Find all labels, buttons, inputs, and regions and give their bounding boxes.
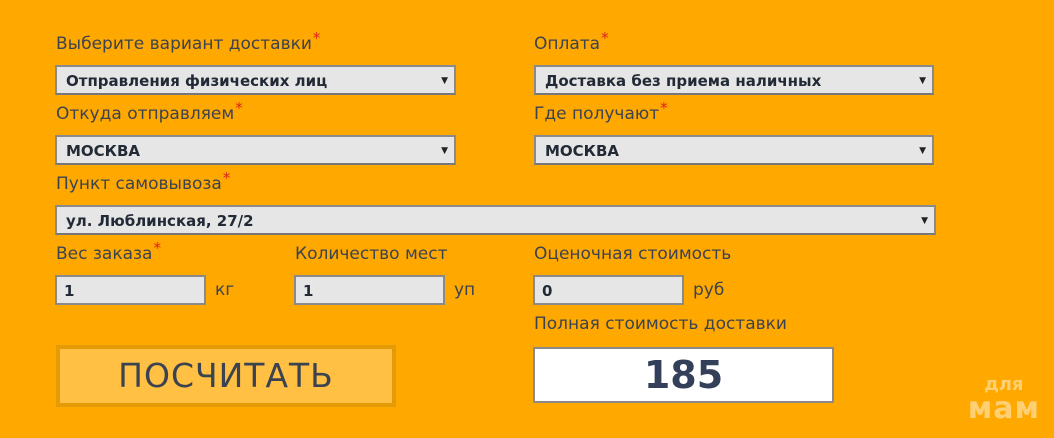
payment-label: Оплата* (534, 29, 609, 54)
weight-label-text: Вес заказа (56, 244, 153, 264)
total-cost-value: 185 (533, 347, 834, 403)
places-count-label: Количество мест (295, 244, 448, 264)
declared-value-label: Оценочная стоимость (534, 244, 732, 264)
places-count-input[interactable]: 1 (294, 275, 445, 305)
payment-value: Доставка без приема наличных (545, 72, 822, 90)
pickup-point-label-text: Пункт самовывоза (56, 174, 222, 194)
dropdown-arrow-icon: ▼ (441, 76, 448, 86)
dropdown-arrow-icon: ▼ (441, 146, 448, 156)
pickup-point-label: Пункт самовывоза* (56, 169, 230, 194)
dropdown-arrow-icon: ▼ (919, 76, 926, 86)
delivery-type-select[interactable]: Отправления физических лиц ▼ (55, 65, 456, 95)
origin-label-text: Откуда отправляем (56, 104, 235, 124)
declared-value-input[interactable]: 0 (533, 275, 684, 305)
destination-city-value: МОСКВА (545, 142, 619, 160)
places-unit: уп (454, 280, 476, 300)
destination-city-select[interactable]: МОСКВА ▼ (534, 135, 934, 165)
payment-select[interactable]: Доставка без приема наличных ▼ (534, 65, 934, 95)
declared-value-unit: руб (693, 280, 725, 300)
pickup-point-value: ул. Люблинская, 27/2 (66, 212, 254, 230)
required-mark: * (660, 99, 668, 117)
destination-label-text: Где получают (534, 104, 660, 124)
pickup-point-select[interactable]: ул. Люблинская, 27/2 ▼ (55, 205, 936, 235)
required-mark: * (153, 239, 161, 257)
required-mark: * (235, 99, 243, 117)
dropdown-arrow-icon: ▼ (919, 146, 926, 156)
calculate-button[interactable]: ПОСЧИТАТЬ (56, 345, 396, 407)
required-mark: * (312, 29, 321, 47)
delivery-type-label: Выберите вариант доставки* (56, 29, 320, 54)
origin-city-select[interactable]: МОСКВА ▼ (55, 135, 456, 165)
dropdown-arrow-icon: ▼ (921, 216, 928, 226)
origin-label: Откуда отправляем* (56, 99, 243, 124)
origin-city-value: МОСКВА (66, 142, 140, 160)
payment-label-text: Оплата (534, 34, 601, 54)
delivery-type-value: Отправления физических лиц (66, 72, 328, 90)
weight-input[interactable]: 1 (55, 275, 206, 305)
total-cost-label: Полная стоимость доставки (534, 314, 787, 334)
delivery-type-label-text: Выберите вариант доставки (56, 34, 312, 54)
weight-label: Вес заказа* (56, 239, 161, 264)
required-mark: * (222, 169, 231, 187)
weight-unit: кг (215, 280, 235, 300)
site-watermark-logo: для мам (968, 376, 1040, 424)
destination-label: Где получают* (534, 99, 668, 124)
watermark-line2: мам (967, 391, 1040, 426)
required-mark: * (601, 29, 609, 47)
